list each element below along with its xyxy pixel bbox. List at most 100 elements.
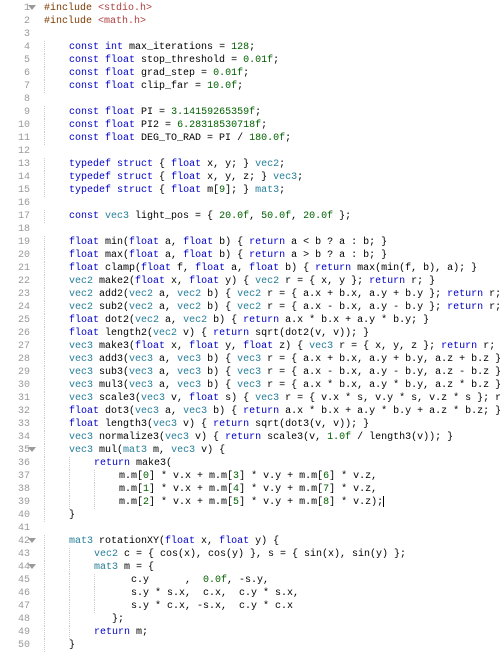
code-line[interactable]: typedef struct { float x, y; } vec2; <box>44 158 500 171</box>
line-number[interactable]: 48 <box>0 613 30 626</box>
code-line[interactable]: s.y * s.x, c.x, c.y * s.x, <box>44 587 500 600</box>
code-line[interactable]: m.m[2] * v.x + m.m[5] * v.y + m.m[8] * v… <box>44 496 500 509</box>
line-number[interactable]: 45 <box>0 574 30 587</box>
line-number[interactable]: 30 <box>0 379 30 392</box>
line-number-gutter[interactable]: 1234567891011121314151617181920212223242… <box>0 0 36 665</box>
line-number[interactable]: 7 <box>0 80 30 93</box>
line-number[interactable]: 37 <box>0 470 30 483</box>
line-number[interactable]: 43 <box>0 548 30 561</box>
line-number[interactable]: 6 <box>0 67 30 80</box>
line-number[interactable]: 34 <box>0 431 30 444</box>
code-line[interactable]: vec3 scale3(vec3 v, float s) { vec3 r = … <box>44 392 500 405</box>
code-line[interactable]: const int max_iterations = 128; <box>44 41 500 54</box>
code-line[interactable]: const float PI = 3.14159265359f; <box>44 106 500 119</box>
code-line[interactable]: float length2(vec2 v) { return sqrt(dot2… <box>44 327 500 340</box>
code-line[interactable]: vec3 sub3(vec3 a, vec3 b) { vec3 r = { a… <box>44 366 500 379</box>
line-number[interactable]: 32 <box>0 405 30 418</box>
line-number[interactable]: 49 <box>0 626 30 639</box>
code-line[interactable]: #include <math.h> <box>44 15 500 28</box>
line-number[interactable]: 23 <box>0 288 30 301</box>
line-number[interactable]: 20 <box>0 249 30 262</box>
code-line[interactable]: c.y , 0.0f, -s.y, <box>44 574 500 587</box>
code-line[interactable] <box>44 28 500 41</box>
code-line[interactable]: float dot2(vec2 a, vec2 b) { return a.x … <box>44 314 500 327</box>
line-number[interactable]: 4 <box>0 41 30 54</box>
code-line[interactable]: vec2 make2(float x, float y) { vec2 r = … <box>44 275 500 288</box>
line-number[interactable]: 22 <box>0 275 30 288</box>
line-number[interactable]: 11 <box>0 132 30 145</box>
line-number[interactable]: 39 <box>0 496 30 509</box>
code-line[interactable]: mat3 m = { <box>44 561 500 574</box>
code-area[interactable]: #include <stdio.h>#include <math.h> const… <box>36 0 500 665</box>
code-line[interactable] <box>44 93 500 106</box>
code-editor[interactable]: 1234567891011121314151617181920212223242… <box>0 0 500 665</box>
code-line[interactable]: #include <stdio.h> <box>44 2 500 15</box>
line-number[interactable]: 40 <box>0 509 30 522</box>
code-line[interactable]: const float PI2 = 6.28318530718f; <box>44 119 500 132</box>
line-number[interactable]: 36 <box>0 457 30 470</box>
code-line[interactable]: vec3 make3(float x, float y, float z) { … <box>44 340 500 353</box>
line-number[interactable]: 46 <box>0 587 30 600</box>
line-number[interactable]: 16 <box>0 197 30 210</box>
code-line[interactable] <box>44 223 500 236</box>
code-line[interactable]: s.y * c.x, -s.x, c.y * c.x <box>44 600 500 613</box>
code-line[interactable] <box>44 145 500 158</box>
line-number[interactable]: 42 <box>0 535 30 548</box>
code-line[interactable]: mat3 rotationXY(float x, float y) { <box>44 535 500 548</box>
code-line[interactable]: float length3(vec3 v) { return sqrt(dot3… <box>44 418 500 431</box>
line-number[interactable]: 10 <box>0 119 30 132</box>
code-line[interactable]: return make3( <box>44 457 500 470</box>
line-number[interactable]: 12 <box>0 145 30 158</box>
code-line[interactable]: vec3 mul3(vec3 a, vec3 b) { vec3 r = { a… <box>44 379 500 392</box>
code-line[interactable]: const float stop_threshold = 0.01f; <box>44 54 500 67</box>
line-number[interactable]: 25 <box>0 314 30 327</box>
line-number[interactable]: 13 <box>0 158 30 171</box>
line-number[interactable]: 29 <box>0 366 30 379</box>
line-number[interactable]: 47 <box>0 600 30 613</box>
line-number[interactable]: 35 <box>0 444 30 457</box>
line-number[interactable]: 26 <box>0 327 30 340</box>
line-number[interactable]: 50 <box>0 639 30 652</box>
code-line[interactable]: vec3 normalize3(vec3 v) { return scale3(… <box>44 431 500 444</box>
code-line[interactable]: const vec3 light_pos = { 20.0f, 50.0f, 2… <box>44 210 500 223</box>
line-number[interactable]: 18 <box>0 223 30 236</box>
line-number[interactable]: 44 <box>0 561 30 574</box>
code-line[interactable] <box>44 197 500 210</box>
line-number[interactable]: 33 <box>0 418 30 431</box>
code-line[interactable]: m.m[1] * v.x + m.m[4] * v.y + m.m[7] * v… <box>44 483 500 496</box>
code-line[interactable]: } <box>44 509 500 522</box>
line-number[interactable]: 24 <box>0 301 30 314</box>
line-number[interactable]: 19 <box>0 236 30 249</box>
code-line[interactable]: const float DEG_TO_RAD = PI / 180.0f; <box>44 132 500 145</box>
code-line[interactable]: vec3 mul(mat3 m, vec3 v) { <box>44 444 500 457</box>
code-line[interactable]: float max(float a, float b) { return a >… <box>44 249 500 262</box>
code-line[interactable]: float dot3(vec3 a, vec3 b) { return a.x … <box>44 405 500 418</box>
code-line[interactable]: vec2 c = { cos(x), cos(y) }, s = { sin(x… <box>44 548 500 561</box>
code-line[interactable]: vec2 sub2(vec2 a, vec2 b) { vec2 r = { a… <box>44 301 500 314</box>
code-line[interactable]: typedef struct { float x, y, z; } vec3; <box>44 171 500 184</box>
code-line[interactable]: vec2 add2(vec2 a, vec2 b) { vec2 r = { a… <box>44 288 500 301</box>
line-number[interactable]: 41 <box>0 522 30 535</box>
code-line[interactable]: const float grad_step = 0.01f; <box>44 67 500 80</box>
line-number[interactable]: 14 <box>0 171 30 184</box>
line-number[interactable]: 8 <box>0 93 30 106</box>
code-line[interactable]: float clamp(float f, float a, float b) {… <box>44 262 500 275</box>
code-line[interactable]: m.m[0] * v.x + m.m[3] * v.y + m.m[6] * v… <box>44 470 500 483</box>
line-number[interactable]: 38 <box>0 483 30 496</box>
line-number[interactable]: 5 <box>0 54 30 67</box>
line-number[interactable]: 31 <box>0 392 30 405</box>
code-line[interactable]: }; <box>44 613 500 626</box>
code-line[interactable]: } <box>44 639 500 652</box>
line-number[interactable]: 2 <box>0 15 30 28</box>
line-number[interactable]: 27 <box>0 340 30 353</box>
code-line[interactable]: return m; <box>44 626 500 639</box>
code-line[interactable]: float min(float a, float b) { return a <… <box>44 236 500 249</box>
code-line[interactable]: vec3 add3(vec3 a, vec3 b) { vec3 r = { a… <box>44 353 500 366</box>
code-line[interactable]: const float clip_far = 10.0f; <box>44 80 500 93</box>
code-line[interactable]: typedef struct { float m[9]; } mat3; <box>44 184 500 197</box>
line-number[interactable]: 9 <box>0 106 30 119</box>
code-line[interactable] <box>44 522 500 535</box>
line-number[interactable]: 21 <box>0 262 30 275</box>
line-number[interactable]: 17 <box>0 210 30 223</box>
line-number[interactable]: 15 <box>0 184 30 197</box>
